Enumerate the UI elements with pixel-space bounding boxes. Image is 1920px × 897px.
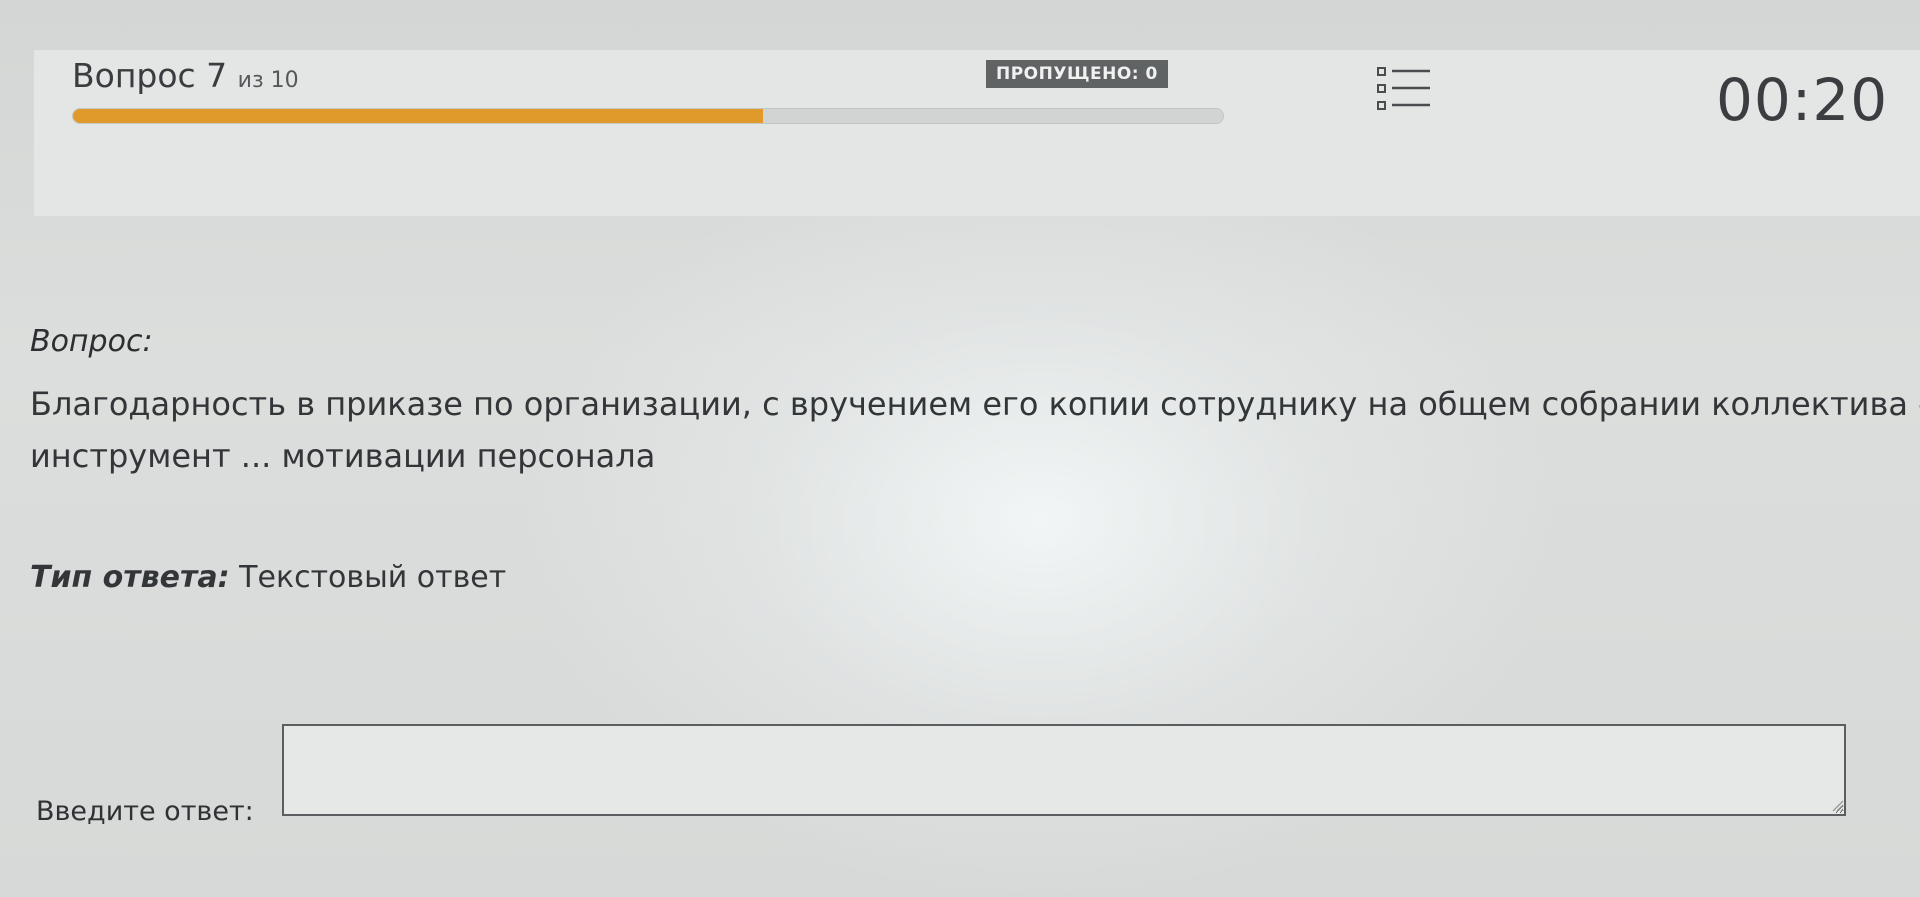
timer: 00:20 (1716, 66, 1889, 134)
skipped-badge: ПРОПУЩЕНО: 0 (986, 60, 1168, 88)
answer-type: Тип ответа: Текстовый ответ (30, 560, 506, 595)
question-text-line-1: Благодарность в приказе по организации, … (30, 385, 1920, 423)
question-counter: Вопрос 7 из 10 (72, 56, 299, 95)
answer-input[interactable] (282, 724, 1846, 816)
quiz-page: Вопрос 7 из 10 ПРОПУЩЕНО: 0 00:20 Вопрос… (0, 0, 1920, 897)
answer-label: Введите ответ: (36, 796, 254, 827)
progress-bar (72, 108, 1224, 124)
progress-bar-fill (73, 109, 763, 123)
list-icon[interactable] (1372, 58, 1438, 124)
resize-grip-icon[interactable] (1830, 798, 1844, 812)
answer-type-value: Текстовый ответ (239, 560, 507, 595)
question-label: Вопрос: (30, 324, 153, 359)
question-text: Благодарность в приказе по организации, … (30, 378, 1920, 482)
answer-type-label: Тип ответа: (30, 560, 230, 595)
quiz-header (34, 50, 1920, 216)
question-text-line-2: инструмент ... мотивации персонала (30, 437, 656, 475)
question-total: из 10 (237, 68, 299, 93)
question-number: Вопрос 7 (72, 56, 228, 95)
